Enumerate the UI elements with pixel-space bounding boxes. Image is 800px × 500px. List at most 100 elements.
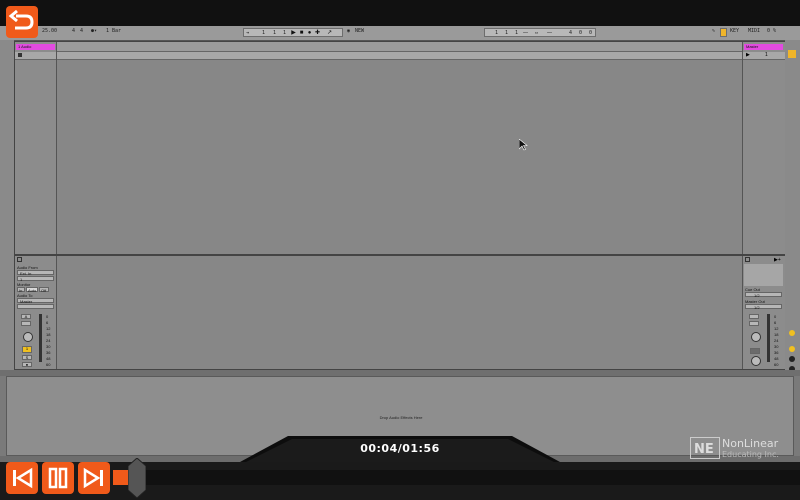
master-track-title[interactable]: Master — [744, 44, 783, 50]
signature-numerator[interactable]: 4 — [72, 28, 75, 34]
new-button[interactable]: NEW — [355, 28, 364, 34]
key-map-icon[interactable] — [720, 28, 727, 37]
control-bar: 25.00 4 4 ●▾ 1 Bar ⇥ 1 1 1 ▶ ■ ● ✚ ↗ ◉ N… — [0, 26, 800, 41]
sends-toggle-icon[interactable] — [789, 346, 795, 352]
track-level-meter — [39, 314, 42, 362]
loop-length-beat[interactable]: 0 — [579, 30, 582, 36]
db-tick: 60 — [774, 362, 779, 367]
record-icon[interactable]: ● — [306, 30, 313, 37]
pause-icon — [48, 467, 68, 489]
pan-knob[interactable] — [23, 332, 33, 342]
pan-mode-button[interactable] — [21, 321, 31, 326]
arrangement-canvas[interactable] — [57, 60, 742, 254]
track-activator-icon[interactable] — [18, 53, 22, 57]
master-db-scale: 0 6 12 18 24 30 36 48 60 — [774, 314, 778, 368]
master-activator-button[interactable] — [750, 348, 760, 354]
db-tick: 60 — [46, 362, 51, 367]
video-top-bar — [0, 0, 800, 26]
audio-to-select[interactable]: Master — [17, 298, 54, 304]
back-arrow-icon — [8, 9, 34, 30]
skip-back-button[interactable] — [6, 462, 38, 494]
monitor-off-button[interactable]: Off — [39, 287, 49, 293]
loop-start-sixteenth[interactable]: 1 — [515, 30, 518, 36]
master-out-select[interactable]: 1/2 — [745, 304, 782, 310]
master-clip-slot[interactable] — [744, 264, 783, 286]
loop-start-beat[interactable]: 1 — [505, 30, 508, 36]
mixer-empty-area — [57, 256, 742, 369]
master-pan-knob[interactable] — [751, 332, 761, 342]
input-channel-select[interactable]: 1 — [17, 276, 54, 282]
quantize-menu[interactable]: 1 Bar — [106, 28, 121, 34]
session-record-icon[interactable]: ◉ — [347, 28, 350, 34]
loop-length-sixteenth[interactable]: 0 — [589, 30, 592, 36]
cue-volume-knob[interactable] — [751, 356, 761, 366]
tempo-field[interactable]: 25.00 — [42, 28, 57, 34]
brand-name: NonLinear — [722, 437, 779, 450]
master-lane-header[interactable]: ▶ 1 — [743, 52, 785, 60]
cpu-meter: 0 % — [767, 28, 777, 34]
audio-track-mixer: Audio From Ext. In 1 Monitor In Auto Off… — [15, 256, 57, 369]
monitor-auto-button[interactable]: Auto — [26, 287, 38, 293]
io-toggle-icon[interactable] — [789, 330, 795, 336]
overdub-icon[interactable]: ✚ — [314, 30, 321, 37]
mouse-cursor-icon — [519, 139, 528, 151]
audio-track-title[interactable]: 1 Audio — [16, 44, 55, 50]
track-activator-button[interactable]: 1 — [22, 346, 32, 353]
key-map-button[interactable]: KEY — [730, 28, 739, 34]
brand-logo: NE — [690, 437, 720, 464]
beat-time-ruler[interactable] — [57, 42, 742, 52]
mixer-fold-icon[interactable] — [17, 257, 22, 262]
master-fold-icon[interactable] — [745, 257, 750, 262]
master-clip-number: 1 — [765, 52, 768, 58]
monitor-in-button[interactable]: In — [17, 287, 25, 293]
master-mixer: ▶+ Cue Out 1/2 Master Out 1/2 0 6 12 18 … — [742, 256, 785, 369]
progress-track[interactable] — [113, 470, 800, 485]
track-lane-header[interactable] — [15, 52, 56, 60]
loop-switch-icon[interactable]: ▭ — [535, 30, 538, 36]
skip-back-icon — [13, 467, 33, 489]
signature-denominator[interactable]: 4 — [80, 28, 83, 34]
track-lane[interactable] — [57, 52, 742, 60]
position-sixteenth[interactable]: 1 — [283, 30, 286, 36]
returns-toggle-icon[interactable] — [789, 356, 795, 362]
drop-effects-hint: Drop Audio Effects Here — [379, 415, 423, 420]
send-a-button[interactable]: A — [21, 314, 31, 319]
master-pan-mode-button[interactable] — [749, 321, 759, 326]
skip-forward-button[interactable] — [78, 462, 110, 494]
position-bar[interactable]: 1 — [262, 30, 265, 36]
punch-in-icon[interactable]: ⁓ — [523, 30, 528, 36]
audio-from-select[interactable]: Ext. In — [17, 270, 54, 276]
position-beat[interactable]: 1 — [273, 30, 276, 36]
stop-icon[interactable]: ■ — [298, 30, 305, 37]
loop-start-bar[interactable]: 1 — [495, 30, 498, 36]
brand-tagline: Educating Inc. — [722, 450, 779, 459]
scrub-handle[interactable] — [128, 458, 146, 498]
cue-out-value: 1/2 — [754, 293, 760, 298]
pause-button[interactable] — [42, 462, 74, 494]
back-button[interactable] — [6, 6, 38, 38]
midi-map-button[interactable]: MIDI — [748, 28, 760, 34]
follow-icon[interactable]: ⇥ — [246, 30, 249, 36]
track-db-scale: 0 6 12 18 24 30 36 48 60 — [46, 314, 50, 368]
automation-icon[interactable]: ↗ — [326, 30, 333, 37]
punch-out-icon[interactable]: ⁓ — [547, 30, 552, 36]
loop-length-bar[interactable]: 4 — [569, 30, 572, 36]
arm-button[interactable]: ● — [22, 362, 32, 367]
master-cue-button[interactable] — [749, 314, 759, 319]
solo-button[interactable]: S — [22, 355, 32, 360]
transport-section: ⇥ 1 1 1 ▶ ■ ● ✚ ↗ — [243, 28, 343, 37]
master-io-icon[interactable]: ▶+ — [774, 257, 781, 263]
play-icon[interactable]: ▶ — [290, 30, 297, 37]
mixer-section: Audio From Ext. In 1 Monitor In Auto Off… — [14, 255, 785, 370]
master-out-value: 1/2 — [754, 305, 760, 310]
loop-section: 1 1 1 ⁓ ▭ ⁓ 4 0 0 — [484, 28, 596, 37]
master-play-icon[interactable]: ▶ — [746, 52, 750, 58]
cue-out-select[interactable]: 1/2 — [745, 292, 782, 298]
draw-mode-icon[interactable]: ✎ — [712, 28, 715, 34]
audio-to-channel-select[interactable] — [17, 304, 54, 309]
arrangement-view: 1 Audio Master ▶ 1 — [14, 41, 785, 255]
metronome-icon[interactable]: ●▾ — [91, 28, 97, 34]
track-header-column: 1 Audio — [15, 42, 57, 254]
overview-toggle-icon[interactable] — [788, 50, 796, 58]
master-level-meter — [767, 314, 770, 362]
